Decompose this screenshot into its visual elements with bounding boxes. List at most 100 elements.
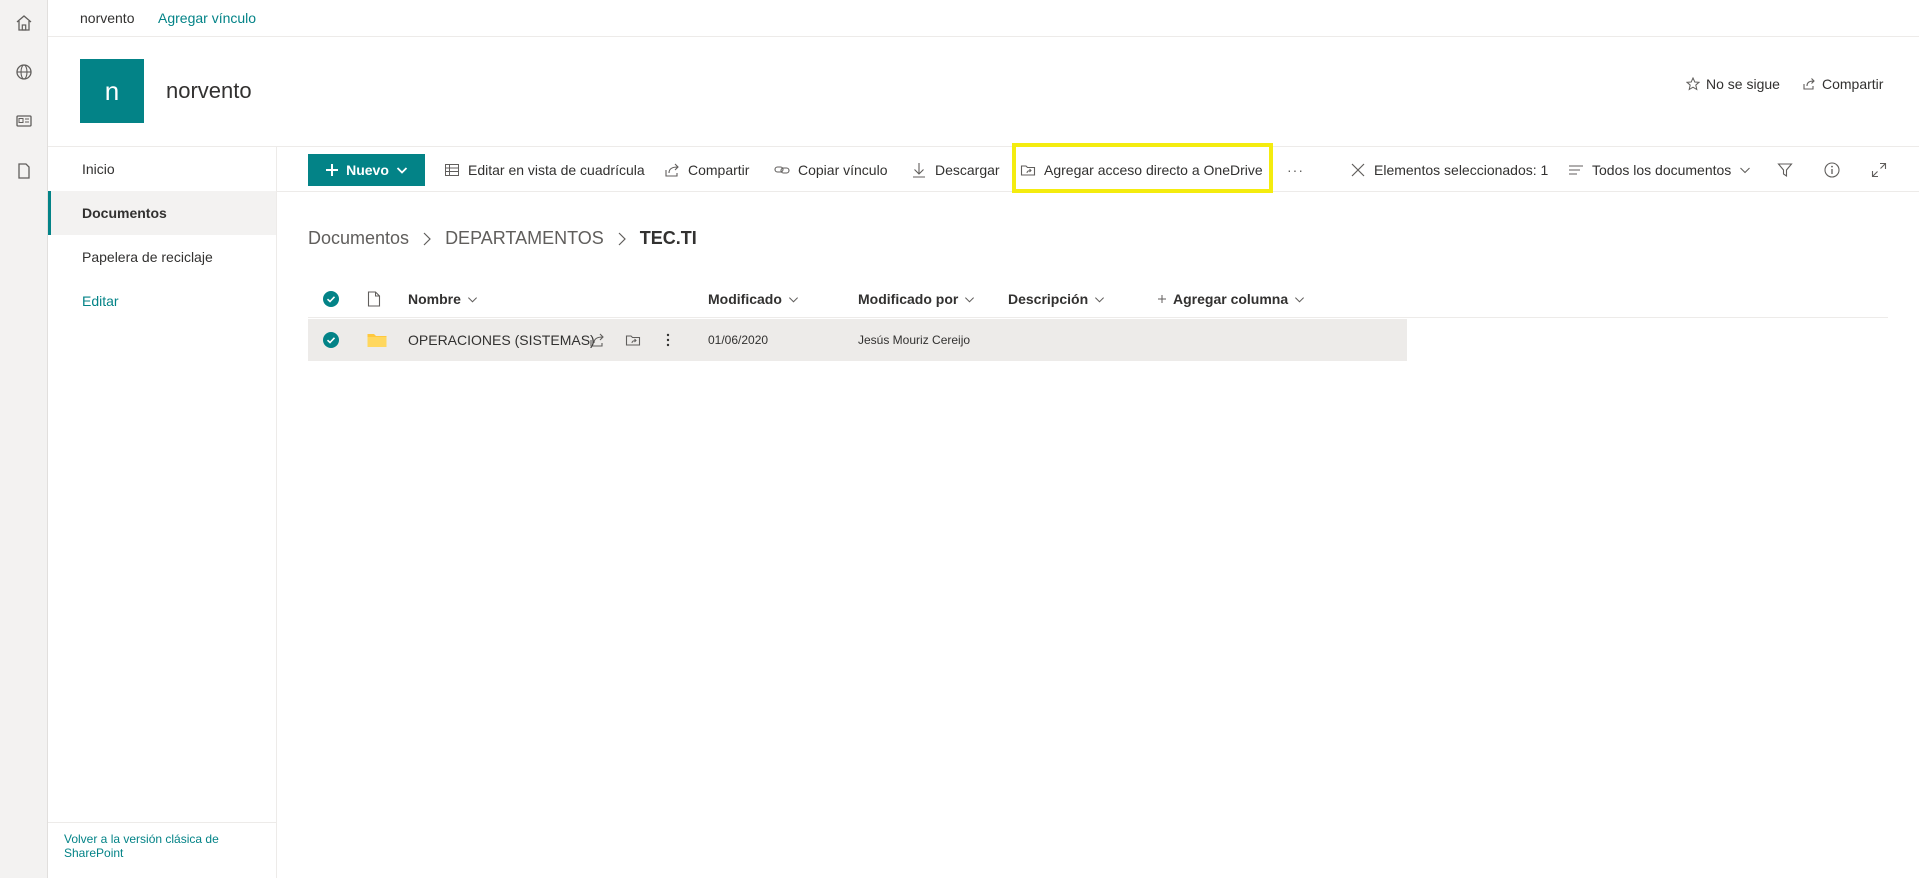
list-header: Nombre Modificado Modificado por Descrip… [308,280,1888,318]
chevron-down-icon [1740,167,1751,174]
link-icon [774,166,790,174]
plus-icon [326,164,339,176]
site-share-label: Compartir [1822,76,1884,92]
column-modified-by[interactable]: Modificado por [858,280,975,318]
view-label: Todos los documentos [1592,162,1732,178]
chevron-down-icon [788,296,798,303]
view-switcher[interactable]: Todos los documentos [1568,147,1751,193]
plus-icon [1158,295,1166,303]
share-icon [1803,78,1815,90]
row-name[interactable]: OPERACIONES (SISTEMAS) [408,319,595,361]
site-title[interactable]: norvento [166,78,252,104]
share-label: Compartir [688,162,750,178]
add-column-button[interactable]: Agregar columna [1157,280,1305,318]
chevron-right-icon [618,232,626,245]
selected-count-label: Elementos seleccionados: 1 [1374,162,1549,178]
grid-edit-label: Editar en vista de cuadrícula [468,162,645,178]
info-icon [1824,162,1840,178]
grid-edit-button[interactable]: Editar en vista de cuadrícula [444,147,645,193]
breadcrumb-item[interactable]: DEPARTAMENTOS [445,228,604,249]
column-modified-label: Modificado [708,291,782,307]
share-icon [590,333,604,347]
close-icon [1351,163,1365,177]
onedrive-shortcut-icon [1020,165,1036,176]
copy-link-button[interactable]: Copiar vínculo [774,147,888,193]
expand-icon [1871,162,1887,178]
site-logo[interactable]: n [80,59,144,123]
share-icon [665,163,679,177]
follow-button[interactable]: No se sigue [1686,76,1780,92]
row-shortcut-button[interactable] [625,319,641,361]
row-name-label: OPERACIONES (SISTEMAS) [408,332,595,348]
table-row[interactable]: OPERACIONES (SISTEMAS) 01/06/2020 Jesús … [308,319,1407,361]
new-label: Nuevo [346,162,389,178]
column-description[interactable]: Descripción [1008,280,1105,318]
chevron-down-icon [965,296,975,303]
globe-icon[interactable] [9,57,39,87]
breadcrumb: Documentos DEPARTAMENTOS TEC.TI [308,228,697,249]
expand-button[interactable] [1871,147,1887,193]
add-link-button[interactable]: Agregar vínculo [158,10,256,26]
check-circle-icon [323,291,339,307]
column-name-label: Nombre [408,291,461,307]
nav-item-papelera[interactable]: Papelera de reciclaje [48,235,276,279]
nav-item-label: Documentos [82,205,167,221]
news-icon[interactable] [9,106,39,136]
row-checkbox[interactable] [323,319,339,361]
nav-item-inicio[interactable]: Inicio [48,147,276,191]
classic-sharepoint-link[interactable]: Volver a la versión clásica de SharePoin… [48,822,276,878]
chevron-down-icon [396,167,408,174]
document-icon[interactable] [9,156,39,186]
nav-item-label: Inicio [82,161,115,177]
column-description-label: Descripción [1008,291,1089,307]
info-button[interactable] [1824,147,1840,193]
hub-site-link[interactable]: norvento [80,10,134,26]
new-button[interactable]: Nuevo [308,154,425,186]
add-shortcut-onedrive-button[interactable]: Agregar acceso directo a OneDrive [1020,147,1263,193]
folder-icon [367,319,387,361]
file-type-header[interactable] [367,280,381,318]
chevron-down-icon [467,296,477,303]
left-nav: Inicio Documentos Papelera de reciclaje … [48,146,277,878]
row-share-button[interactable] [589,319,605,361]
chevron-right-icon [423,232,431,245]
filter-button[interactable] [1777,147,1793,193]
breadcrumb-item[interactable]: Documentos [308,228,409,249]
nav-edit-link[interactable]: Editar [48,279,276,323]
select-all-checkbox[interactable] [323,280,339,318]
onedrive-shortcut-icon [625,335,641,346]
chevron-down-icon [1295,296,1305,303]
document-icon [367,291,381,307]
column-modified-by-label: Modificado por [858,291,959,307]
follow-label: No se sigue [1706,76,1780,92]
share-button[interactable]: Compartir [664,147,749,193]
home-icon[interactable] [9,8,39,38]
nav-item-label: Papelera de reciclaje [82,249,213,265]
nav-item-label: Editar [82,293,119,309]
more-vertical-icon [666,333,670,347]
copy-link-label: Copiar vínculo [798,162,888,178]
column-name[interactable]: Nombre [408,280,478,318]
chevron-down-icon [1095,296,1105,303]
check-circle-icon [323,332,339,348]
app-rail [0,0,48,878]
add-column-label: Agregar columna [1173,291,1289,307]
column-modified[interactable]: Modificado [708,280,799,318]
more-button[interactable]: ··· [1287,147,1304,193]
command-bar: Nuevo Editar en vista de cuadrícula Comp… [277,146,1919,192]
row-modified: 01/06/2020 [708,333,769,347]
filter-icon [1777,163,1793,178]
row-more-button[interactable] [666,319,670,361]
download-button[interactable]: Descargar [911,147,1000,193]
row-modified-by[interactable]: Jesús Mouriz Cereijo [858,319,970,361]
download-label: Descargar [935,162,1000,178]
hub-nav-bar: norvento Agregar vínculo [48,0,1919,37]
list-view-icon [1569,165,1583,175]
clear-selection-button[interactable]: Elementos seleccionados: 1 [1350,147,1548,193]
breadcrumb-current: TEC.TI [639,228,697,248]
site-share-button[interactable]: Compartir [1802,76,1883,92]
star-icon [1686,77,1700,91]
nav-item-documentos[interactable]: Documentos [48,191,276,235]
download-icon [913,163,925,178]
add-shortcut-label: Agregar acceso directo a OneDrive [1044,162,1263,178]
